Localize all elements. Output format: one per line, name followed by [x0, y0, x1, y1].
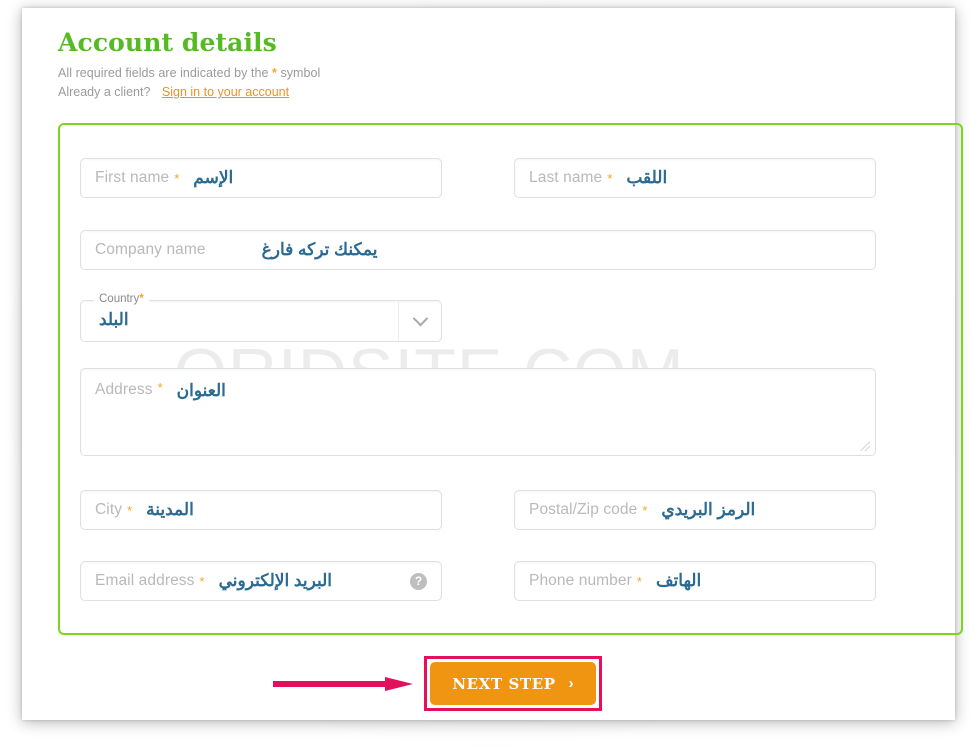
first-name-placeholder: First name — [95, 169, 170, 186]
company-name-annotation: يمكنك تركه فارغ — [261, 240, 378, 259]
city-input[interactable]: City * المدينة — [80, 490, 442, 530]
chevron-down-icon — [412, 310, 428, 326]
city-placeholder: City — [95, 501, 123, 518]
country-label-text: Country — [99, 293, 140, 305]
required-fields-note: All required fields are indicated by the… — [58, 66, 320, 80]
required-note-text-before: All required fields are indicated by the — [58, 66, 269, 80]
next-step-button[interactable]: NEXT STEP › — [430, 662, 596, 705]
required-note-text-after: symbol — [280, 66, 321, 80]
annotation-arrow — [273, 677, 413, 691]
first-name-input[interactable]: First name * الإسم — [80, 158, 442, 198]
postal-code-input[interactable]: Postal/Zip code * الرمز البريدي — [514, 490, 876, 530]
country-label: Country* — [94, 293, 149, 305]
already-client-label: Already a client? — [58, 85, 151, 99]
sign-in-link[interactable]: Sign in to your account — [162, 85, 289, 99]
help-icon[interactable]: ? — [410, 572, 427, 590]
address-placeholder: Address — [95, 381, 153, 398]
last-name-annotation: اللقب — [626, 168, 668, 187]
address-textarea[interactable]: Address * العنوان — [80, 368, 876, 456]
email-required-star: * — [199, 573, 205, 589]
postal-code-annotation: الرمز البريدي — [661, 500, 756, 519]
company-name-input[interactable]: Company name يمكنك تركه فارغ — [80, 230, 876, 270]
last-name-input[interactable]: Last name * اللقب — [514, 158, 876, 198]
postal-code-required-star: * — [642, 502, 648, 518]
phone-required-star: * — [636, 573, 642, 589]
account-details-card: ORIDSITE.COM Account details All require… — [22, 8, 963, 720]
country-select[interactable]: Country* البلد — [80, 293, 442, 342]
chevron-right-icon: › — [568, 675, 574, 692]
first-name-required-star: * — [174, 170, 180, 186]
city-annotation: المدينة — [146, 500, 194, 519]
last-name-placeholder: Last name — [529, 169, 603, 186]
email-address-placeholder: Email address — [95, 572, 195, 589]
city-required-star: * — [127, 502, 133, 518]
screenshot-canvas: ORIDSITE.COM Account details All require… — [0, 0, 980, 750]
phone-number-annotation: الهاتف — [655, 571, 702, 590]
address-required-star: * — [157, 380, 163, 395]
country-annotation: البلد — [99, 310, 129, 329]
required-symbol: * — [271, 66, 277, 80]
page-header: Account details All required fields are … — [58, 28, 320, 99]
country-dropdown-button[interactable] — [398, 301, 441, 341]
phone-number-input[interactable]: Phone number * الهاتف — [514, 561, 876, 601]
company-name-placeholder: Company name — [95, 241, 206, 258]
email-address-annotation: البريد الإلكتروني — [218, 571, 332, 590]
postal-code-placeholder: Postal/Zip code — [529, 501, 638, 518]
email-address-input[interactable]: Email address * البريد الإلكتروني ? — [80, 561, 442, 601]
page-title: Account details — [58, 28, 277, 57]
resize-handle-icon[interactable] — [860, 441, 870, 451]
last-name-required-star: * — [607, 170, 613, 186]
next-step-label: NEXT STEP — [452, 674, 556, 693]
signin-row: Already a client? Sign in to your accoun… — [58, 85, 320, 99]
first-name-annotation: الإسم — [193, 168, 234, 187]
phone-number-placeholder: Phone number — [529, 572, 632, 589]
address-annotation: العنوان — [176, 381, 226, 400]
